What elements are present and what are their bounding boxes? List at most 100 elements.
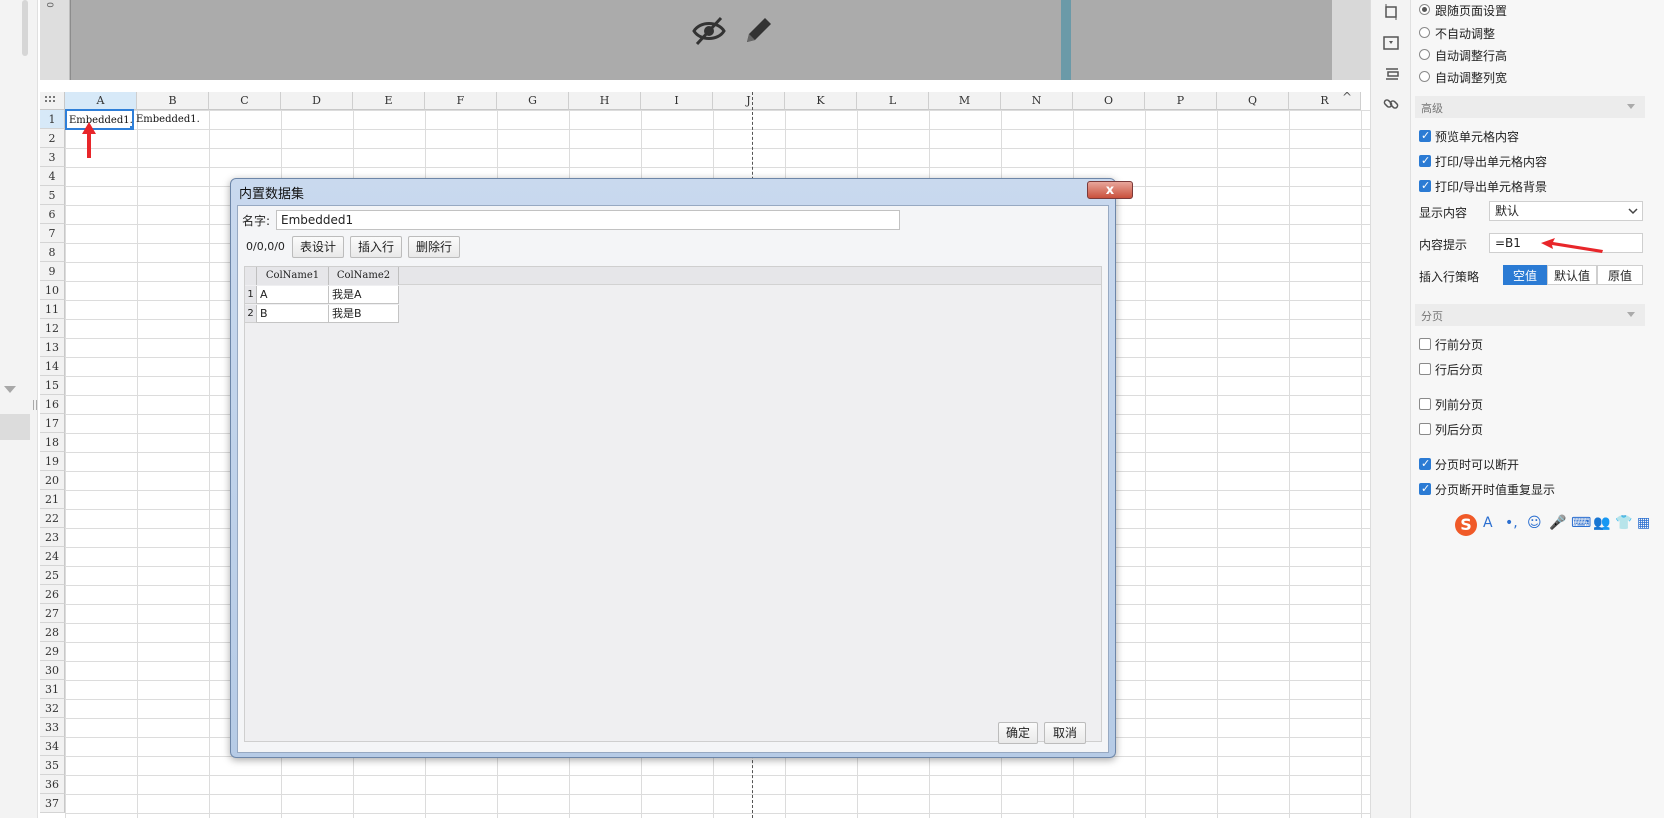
left-scrollbar[interactable]: [22, 0, 28, 56]
cell-a1[interactable]: Embedded1.: [65, 109, 134, 130]
row-header[interactable]: 11: [40, 300, 65, 319]
insert-policy-empty[interactable]: 空值: [1503, 265, 1547, 285]
column-header-n[interactable]: N: [1001, 92, 1073, 110]
checkbox-print-background[interactable]: [1419, 179, 1431, 192]
checkbox-break-after-col[interactable]: [1419, 423, 1431, 435]
row-header[interactable]: 30: [40, 661, 65, 680]
row-header[interactable]: 22: [40, 509, 65, 528]
row-header[interactable]: 15: [40, 376, 65, 395]
hyperlink-icon[interactable]: [1383, 96, 1399, 112]
row-header[interactable]: 19: [40, 452, 65, 471]
row-header[interactable]: 25: [40, 566, 65, 585]
column-header-a[interactable]: A: [65, 92, 137, 110]
row-header[interactable]: 23: [40, 528, 65, 547]
row-header[interactable]: 33: [40, 718, 65, 737]
row-header[interactable]: 9: [40, 262, 65, 281]
scroll-up-icon[interactable]: ^: [1342, 92, 1352, 104]
row-header[interactable]: 29: [40, 642, 65, 661]
dialog-close-button[interactable]: x: [1087, 181, 1133, 199]
column-header-h[interactable]: H: [569, 92, 641, 110]
row-header[interactable]: 16: [40, 395, 65, 414]
column-header-m[interactable]: M: [929, 92, 1001, 110]
checkbox-break-before-col[interactable]: [1419, 398, 1431, 410]
cell-attributes-icon[interactable]: [1383, 4, 1399, 20]
column-header-f[interactable]: F: [425, 92, 497, 110]
table-cell[interactable]: 我是B: [329, 305, 399, 323]
radio-auto-col-width[interactable]: [1419, 71, 1430, 82]
ime-tool-icon[interactable]: 👥: [1593, 515, 1610, 531]
ime-tool-icon[interactable]: 🎤: [1549, 515, 1566, 531]
row-header[interactable]: 8: [40, 243, 65, 262]
row-header[interactable]: 4: [40, 167, 65, 186]
table-cell[interactable]: B: [257, 305, 329, 323]
row-header[interactable]: 26: [40, 585, 65, 604]
row-header[interactable]: 14: [40, 357, 65, 376]
row-header[interactable]: 7: [40, 224, 65, 243]
row-header[interactable]: 35: [40, 756, 65, 775]
row-header[interactable]: 37: [40, 794, 65, 813]
column-header-l[interactable]: L: [857, 92, 929, 110]
row-header[interactable]: 27: [40, 604, 65, 623]
checkbox-break-before-row[interactable]: [1419, 338, 1431, 350]
ime-logo-icon[interactable]: S: [1455, 514, 1477, 536]
column-header[interactable]: ColName2: [329, 267, 399, 285]
row-header[interactable]: 12: [40, 319, 65, 338]
eye-hidden-icon[interactable]: [691, 14, 727, 51]
row-header[interactable]: 21: [40, 490, 65, 509]
column-header-p[interactable]: P: [1145, 92, 1217, 110]
row-header[interactable]: 28: [40, 623, 65, 642]
name-input[interactable]: Embedded1: [276, 210, 900, 230]
widget-settings-icon[interactable]: [1383, 36, 1399, 50]
section-advanced[interactable]: 高级: [1415, 96, 1645, 118]
radio-follow-page[interactable]: [1419, 4, 1430, 15]
column-header-q[interactable]: Q: [1217, 92, 1289, 110]
insert-row-button[interactable]: 插入行: [350, 236, 402, 258]
ok-button[interactable]: 确定: [998, 722, 1038, 744]
condition-attributes-icon[interactable]: [1383, 66, 1399, 80]
row-header[interactable]: 34: [40, 737, 65, 756]
ime-tool-icon[interactable]: ☺: [1527, 515, 1542, 531]
row-header[interactable]: 3: [40, 148, 65, 167]
ime-tool-icon[interactable]: 👕: [1615, 515, 1632, 531]
row-header[interactable]: 18: [40, 433, 65, 452]
collapse-triangle-icon[interactable]: [4, 386, 16, 393]
column-header-i[interactable]: I: [641, 92, 713, 110]
checkbox-preview-content[interactable]: [1419, 129, 1431, 142]
table-cell[interactable]: 我是A: [329, 286, 399, 304]
table-cell[interactable]: A: [257, 286, 329, 304]
display-content-select[interactable]: 默认: [1489, 201, 1643, 221]
table-design-button[interactable]: 表设计: [292, 236, 344, 258]
column-header-k[interactable]: K: [785, 92, 857, 110]
insert-policy-original[interactable]: 原值: [1597, 265, 1643, 285]
section-paging[interactable]: 分页: [1415, 304, 1645, 326]
cell-b1[interactable]: Embedded1.: [134, 110, 204, 129]
row-header[interactable]: 32: [40, 699, 65, 718]
checkbox-can-break[interactable]: [1419, 457, 1431, 470]
ime-tool-icon[interactable]: •,: [1505, 515, 1518, 531]
radio-auto-row-height[interactable]: [1419, 49, 1430, 60]
select-all-corner[interactable]: [40, 92, 65, 110]
column-header[interactable]: ColName1: [257, 267, 329, 285]
column-header-g[interactable]: G: [497, 92, 569, 110]
ime-tool-icon[interactable]: A: [1483, 515, 1493, 531]
row-header[interactable]: 20: [40, 471, 65, 490]
checkbox-break-after-row[interactable]: [1419, 363, 1431, 375]
row-header[interactable]: 6: [40, 205, 65, 224]
column-header-b[interactable]: B: [137, 92, 209, 110]
row-header[interactable]: 13: [40, 338, 65, 357]
radio-no-adjust[interactable]: [1419, 27, 1430, 38]
ime-tool-icon[interactable]: ⌨: [1571, 515, 1591, 531]
splitter-grip-icon[interactable]: [33, 400, 37, 410]
column-header-c[interactable]: C: [209, 92, 281, 110]
checkbox-repeat-on-break[interactable]: [1419, 482, 1431, 495]
row-header[interactable]: 24: [40, 547, 65, 566]
column-header-o[interactable]: O: [1073, 92, 1145, 110]
row-header[interactable]: 2: [40, 129, 65, 148]
row-header[interactable]: 5: [40, 186, 65, 205]
dataset-table[interactable]: ColName1 ColName2 1 A 我是A 2 B 我是B: [244, 266, 1102, 742]
row-header[interactable]: 1: [40, 110, 65, 129]
delete-row-button[interactable]: 删除行: [408, 236, 460, 258]
checkbox-print-content[interactable]: [1419, 154, 1431, 167]
ime-tool-icon[interactable]: ▦: [1637, 515, 1650, 531]
left-selected-item[interactable]: [0, 414, 30, 440]
